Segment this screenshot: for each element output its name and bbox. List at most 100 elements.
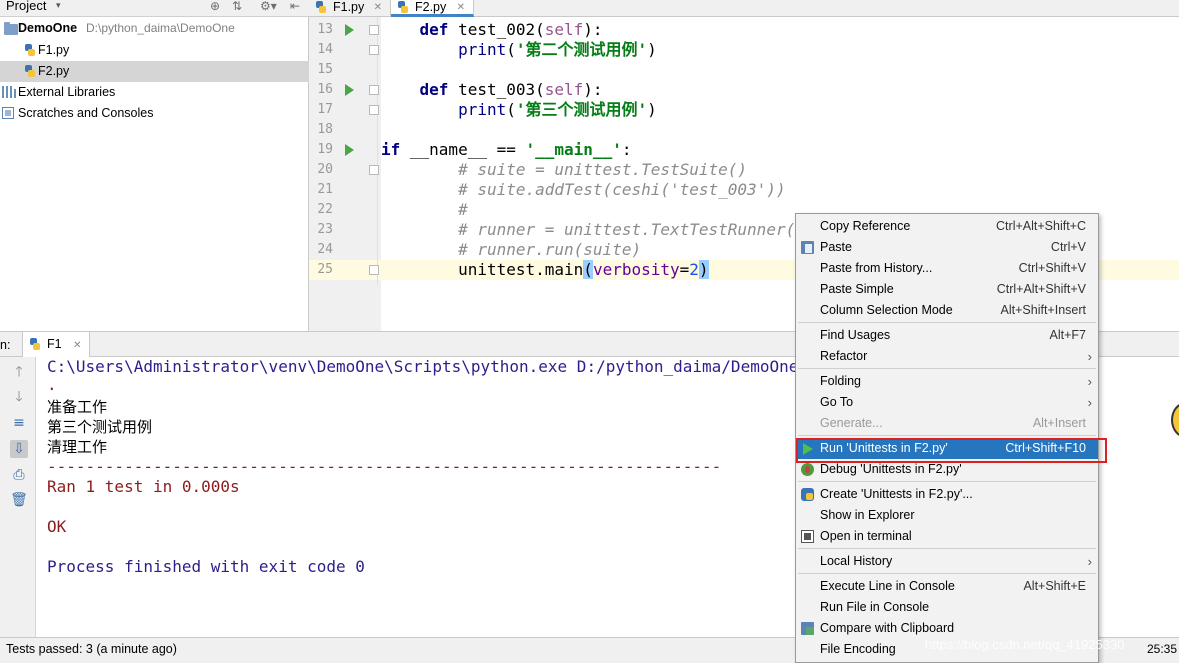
run-test-icon[interactable] <box>345 84 354 96</box>
code-line[interactable]: print('第二个测试用例') <box>381 40 657 60</box>
code-line[interactable]: # <box>381 200 468 220</box>
tab-f2[interactable]: F2.py ✕ <box>391 0 474 17</box>
code-line[interactable]: # runner.run(suite) <box>381 240 641 260</box>
menu-item-local-history[interactable]: Local History › <box>796 551 1098 572</box>
console-dot: . <box>47 375 57 394</box>
menu-item-shortcut: Ctrl+Alt+Shift+V <box>996 282 1086 296</box>
status-message[interactable]: Tests passed: 3 (a minute ago) <box>6 642 177 656</box>
soft-wrap-icon[interactable]: ≡ <box>10 414 28 432</box>
tree-item-label: External Libraries <box>18 85 116 99</box>
fold-marker-icon[interactable] <box>369 25 379 35</box>
locate-icon[interactable]: ⊕ <box>210 0 220 13</box>
menu-item-run-file-in-console[interactable]: Run File in Console <box>796 597 1098 618</box>
line-number: 18 <box>317 122 333 137</box>
close-icon[interactable]: ✕ <box>73 340 81 351</box>
project-view-selector[interactable]: Project <box>6 0 46 13</box>
run-tab-f1[interactable]: F1 ✕ <box>22 332 91 357</box>
code-line[interactable]: if __name__ == '__main__': <box>381 140 631 160</box>
menu-item-shortcut: Ctrl+Shift+V <box>1018 261 1086 275</box>
menu-item-label: Compare with Clipboard <box>820 621 955 635</box>
fold-marker-icon[interactable] <box>369 165 379 175</box>
menu-item-shortcut: Alt+Shift+Insert <box>1000 303 1086 317</box>
menu-item-shortcut: Alt+Insert <box>1032 416 1086 430</box>
menu-item-label: Column Selection Mode <box>820 303 953 317</box>
hide-icon[interactable]: ⇤ <box>290 0 300 13</box>
line-number: 21 <box>317 182 333 197</box>
run-main-icon[interactable] <box>345 144 354 156</box>
menu-item-execute-line-in-console[interactable]: Execute Line in Console Alt+Shift+E <box>796 576 1098 597</box>
tree-item-f1[interactable]: F1.py <box>0 40 309 61</box>
menu-item-shortcut: Ctrl+V <box>1050 240 1086 254</box>
menu-item-label: Show in Explorer <box>820 508 915 522</box>
menu-separator <box>798 435 1096 436</box>
menu-item-find-usages[interactable]: Find Usages Alt+F7 <box>796 325 1098 346</box>
scroll-to-end-icon[interactable]: ⇩ <box>10 440 28 458</box>
console-exit: Process finished with exit code 0 <box>47 557 365 576</box>
menu-item-folding[interactable]: Folding › <box>796 371 1098 392</box>
menu-item-label: Paste Simple <box>820 282 894 296</box>
code-line[interactable]: def test_003(self): <box>381 80 603 100</box>
code-line[interactable]: print('第三个测试用例') <box>381 100 657 120</box>
menu-item-label: Find Usages <box>820 328 891 342</box>
code-line[interactable]: # runner = unittest.TextTestRunner() <box>381 220 805 240</box>
line-number: 17 <box>317 102 333 117</box>
line-number: 14 <box>317 42 333 57</box>
arrow-up-icon[interactable]: 🡑 <box>10 363 28 381</box>
line-number: 25 <box>317 262 333 277</box>
fold-marker-icon[interactable] <box>369 105 379 115</box>
menu-item-column-selection-mode[interactable]: Column Selection Mode Alt+Shift+Insert <box>796 300 1098 321</box>
close-icon[interactable]: ✕ <box>374 1 382 15</box>
compare-icon <box>801 622 814 635</box>
tree-item-label: F2.py <box>38 64 70 78</box>
tree-item-f2[interactable]: F2.py <box>0 61 309 82</box>
code-line[interactable]: # suite = unittest.TestSuite() <box>381 160 747 180</box>
chevron-right-icon: › <box>1087 349 1092 364</box>
menu-item-refactor[interactable]: Refactor › <box>796 346 1098 367</box>
print-icon[interactable]: ⎙ <box>10 466 28 484</box>
menu-item-create-unittests-in-f2-py[interactable]: Create 'Unittests in F2.py'... <box>796 484 1098 505</box>
fold-marker-icon[interactable] <box>369 45 379 55</box>
menu-item-paste-from-history[interactable]: Paste from History... Ctrl+Shift+V <box>796 258 1098 279</box>
tree-root-demoone[interactable]: DemoOne D:\python_daima\DemoOne <box>0 18 309 39</box>
line-number: 16 <box>317 82 333 97</box>
console-ok: OK <box>47 517 67 536</box>
collapse-icon[interactable]: ⇅ <box>232 0 242 13</box>
code-line[interactable]: unittest.main(verbosity=2) <box>381 260 709 280</box>
tree-item-scratches[interactable]: Scratches and Consoles <box>0 103 309 124</box>
menu-item-compare-with-clipboard[interactable]: Compare with Clipboard <box>796 618 1098 639</box>
menu-item-show-in-explorer[interactable]: Show in Explorer <box>796 505 1098 526</box>
chevron-right-icon: › <box>1087 374 1092 389</box>
console-output-line: 第三个测试用例 <box>47 418 153 436</box>
menu-separator <box>798 481 1096 482</box>
menu-item-go-to[interactable]: Go To › <box>796 392 1098 413</box>
run-toolbar: 🡑 🡓 ≡ ⇩ ⎙ 🗑 <box>0 357 36 637</box>
line-number: 20 <box>317 162 333 177</box>
console-output-line: 准备工作 <box>47 398 108 416</box>
menu-item-open-in-terminal[interactable]: Open in terminal <box>796 526 1098 547</box>
gear-icon[interactable]: ⚙▾ <box>260 0 277 13</box>
tree-root-name: DemoOne <box>18 21 78 35</box>
tree-item-external-libraries[interactable]: External Libraries <box>0 82 309 103</box>
tree-root-path: D:\python_daima\DemoOne <box>86 21 235 35</box>
python-file-icon <box>397 1 409 14</box>
menu-item-paste[interactable]: Paste Ctrl+V <box>796 237 1098 258</box>
console-command: C:\Users\Administrator\venv\DemoOne\Scri… <box>47 357 857 376</box>
trash-icon[interactable]: 🗑 <box>10 491 28 509</box>
fold-marker-icon[interactable] <box>369 265 379 275</box>
fold-marker-icon[interactable] <box>369 85 379 95</box>
chevron-down-icon[interactable]: ▾ <box>56 1 61 11</box>
menu-item-copy-reference[interactable]: Copy Reference Ctrl+Alt+Shift+C <box>796 216 1098 237</box>
folder-icon <box>4 22 18 35</box>
code-line[interactable]: # suite.addTest(ceshi('test_003')) <box>381 180 786 200</box>
menu-item-generate: Generate... Alt+Insert <box>796 413 1098 434</box>
tree-item-label: Scratches and Consoles <box>18 106 154 120</box>
python-config-icon <box>801 488 814 501</box>
menu-item-paste-simple[interactable]: Paste Simple Ctrl+Alt+Shift+V <box>796 279 1098 300</box>
close-icon[interactable]: ✕ <box>457 1 465 15</box>
run-test-icon[interactable] <box>345 24 354 36</box>
menu-item-label: Create 'Unittests in F2.py'... <box>820 487 973 501</box>
tab-f1[interactable]: F1.py ✕ <box>309 0 391 17</box>
watermark: https://blog.csdn.net/qq_41925330 <box>925 637 1125 652</box>
code-line[interactable]: def test_002(self): <box>381 20 603 40</box>
arrow-down-icon[interactable]: 🡓 <box>10 388 28 406</box>
